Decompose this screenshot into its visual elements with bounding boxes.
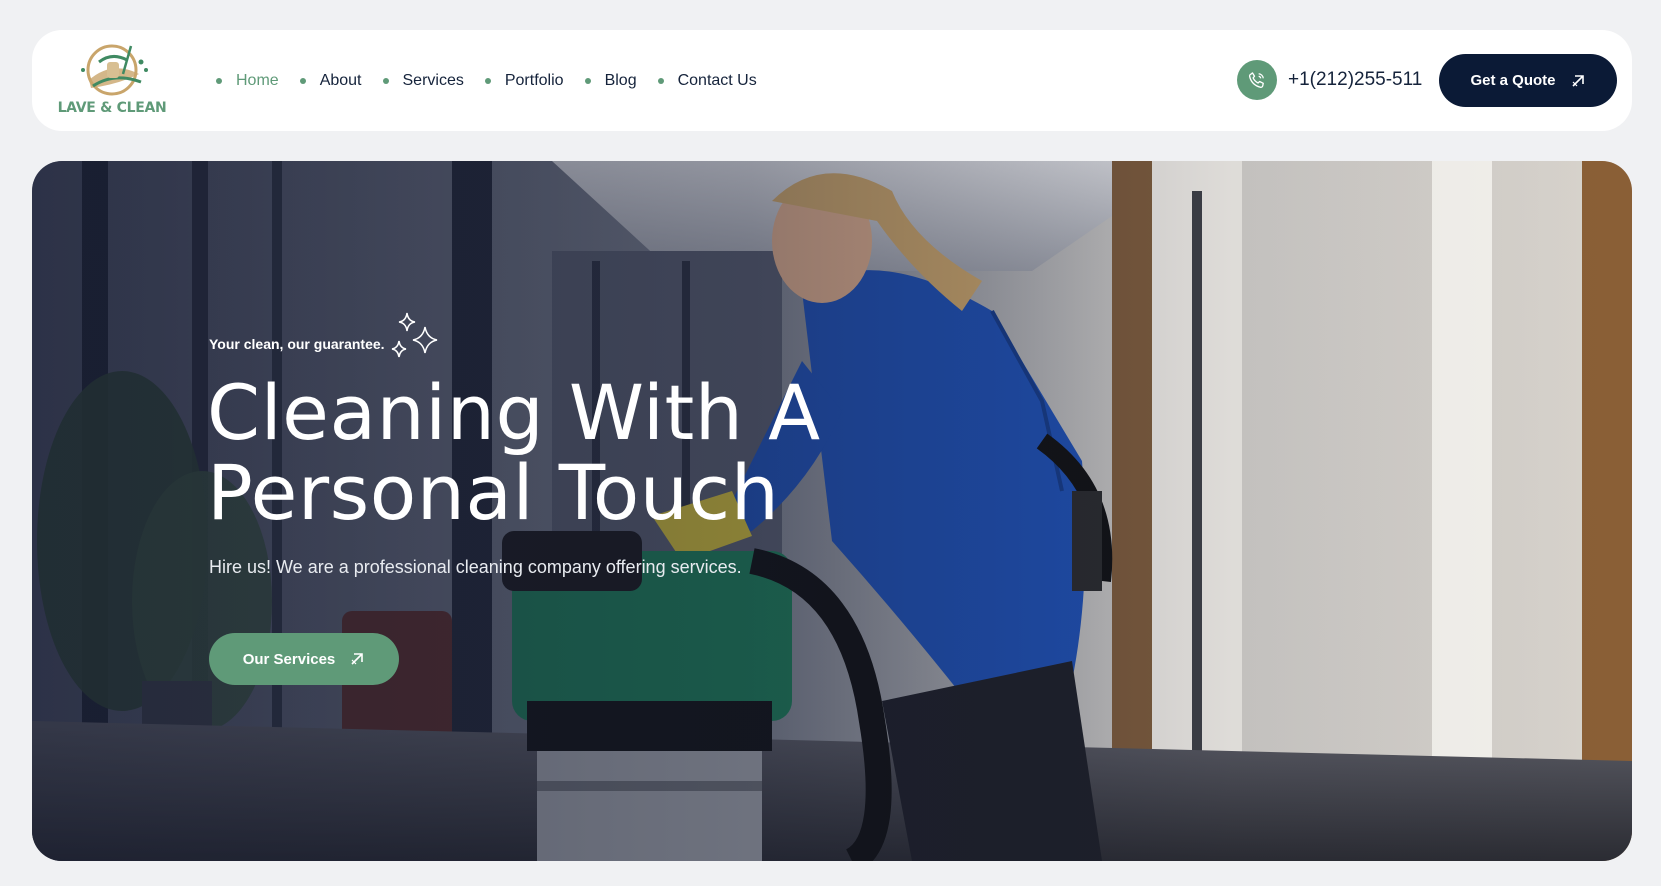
hero-section: Your clean, our guarantee. Cleaning With… [32, 161, 1632, 861]
arrow-up-right-icon [1570, 73, 1586, 89]
nav-bullet [484, 77, 491, 84]
nav-label: About [319, 71, 362, 89]
nav-item-services[interactable]: Services [382, 71, 464, 90]
nav-bullet [657, 77, 664, 84]
arrow-up-right-icon [349, 651, 365, 667]
nav-item-portfolio[interactable]: Portfolio [484, 71, 564, 90]
nav-label: Contact Us [677, 71, 757, 89]
main-nav: Home About Services Portfolio Blog Conta… [216, 30, 778, 131]
nav-bullet [216, 77, 222, 84]
phone-number: +1(212)255-511 [1288, 69, 1423, 90]
phone-contact[interactable]: +1(212)255-511 [1237, 60, 1422, 100]
hero-title-line-1: Cleaning With A [207, 368, 821, 457]
hero-title-line-2: Personal Touch [207, 448, 780, 537]
nav-bullet [584, 77, 591, 84]
hero-tagline: Your clean, our guarantee. [209, 336, 385, 352]
nav-label: Portfolio [504, 71, 564, 89]
sparkle-icon [391, 312, 438, 358]
nav-bullet [299, 77, 306, 84]
nav-bullet [382, 77, 389, 84]
nav-item-about[interactable]: About [299, 71, 362, 90]
logo-mark-icon [81, 44, 148, 96]
nav-label: Services [402, 71, 464, 89]
hero-subtitle: Hire us! We are a professional cleaning … [209, 557, 742, 577]
nav-label: Home [236, 71, 279, 89]
get-quote-button[interactable]: Get a Quote [1439, 54, 1617, 107]
nav-label: Blog [604, 71, 637, 89]
get-quote-label: Get a Quote [1470, 72, 1556, 89]
site-header: LAVE & CLEAN Home About Services Portfol… [32, 30, 1632, 131]
brand-logo[interactable]: LAVE & CLEAN [57, 40, 167, 122]
our-services-label: Our Services [242, 650, 336, 668]
logo-wordmark: LAVE & CLEAN [57, 100, 167, 116]
nav-item-home[interactable]: Home [216, 72, 279, 90]
our-services-button[interactable]: Our Services [209, 633, 399, 685]
nav-item-blog[interactable]: Blog [584, 71, 637, 90]
hero-title: Cleaning With A Personal Touch [207, 373, 907, 533]
nav-item-contact[interactable]: Contact Us [657, 71, 757, 90]
phone-icon [1237, 60, 1277, 100]
